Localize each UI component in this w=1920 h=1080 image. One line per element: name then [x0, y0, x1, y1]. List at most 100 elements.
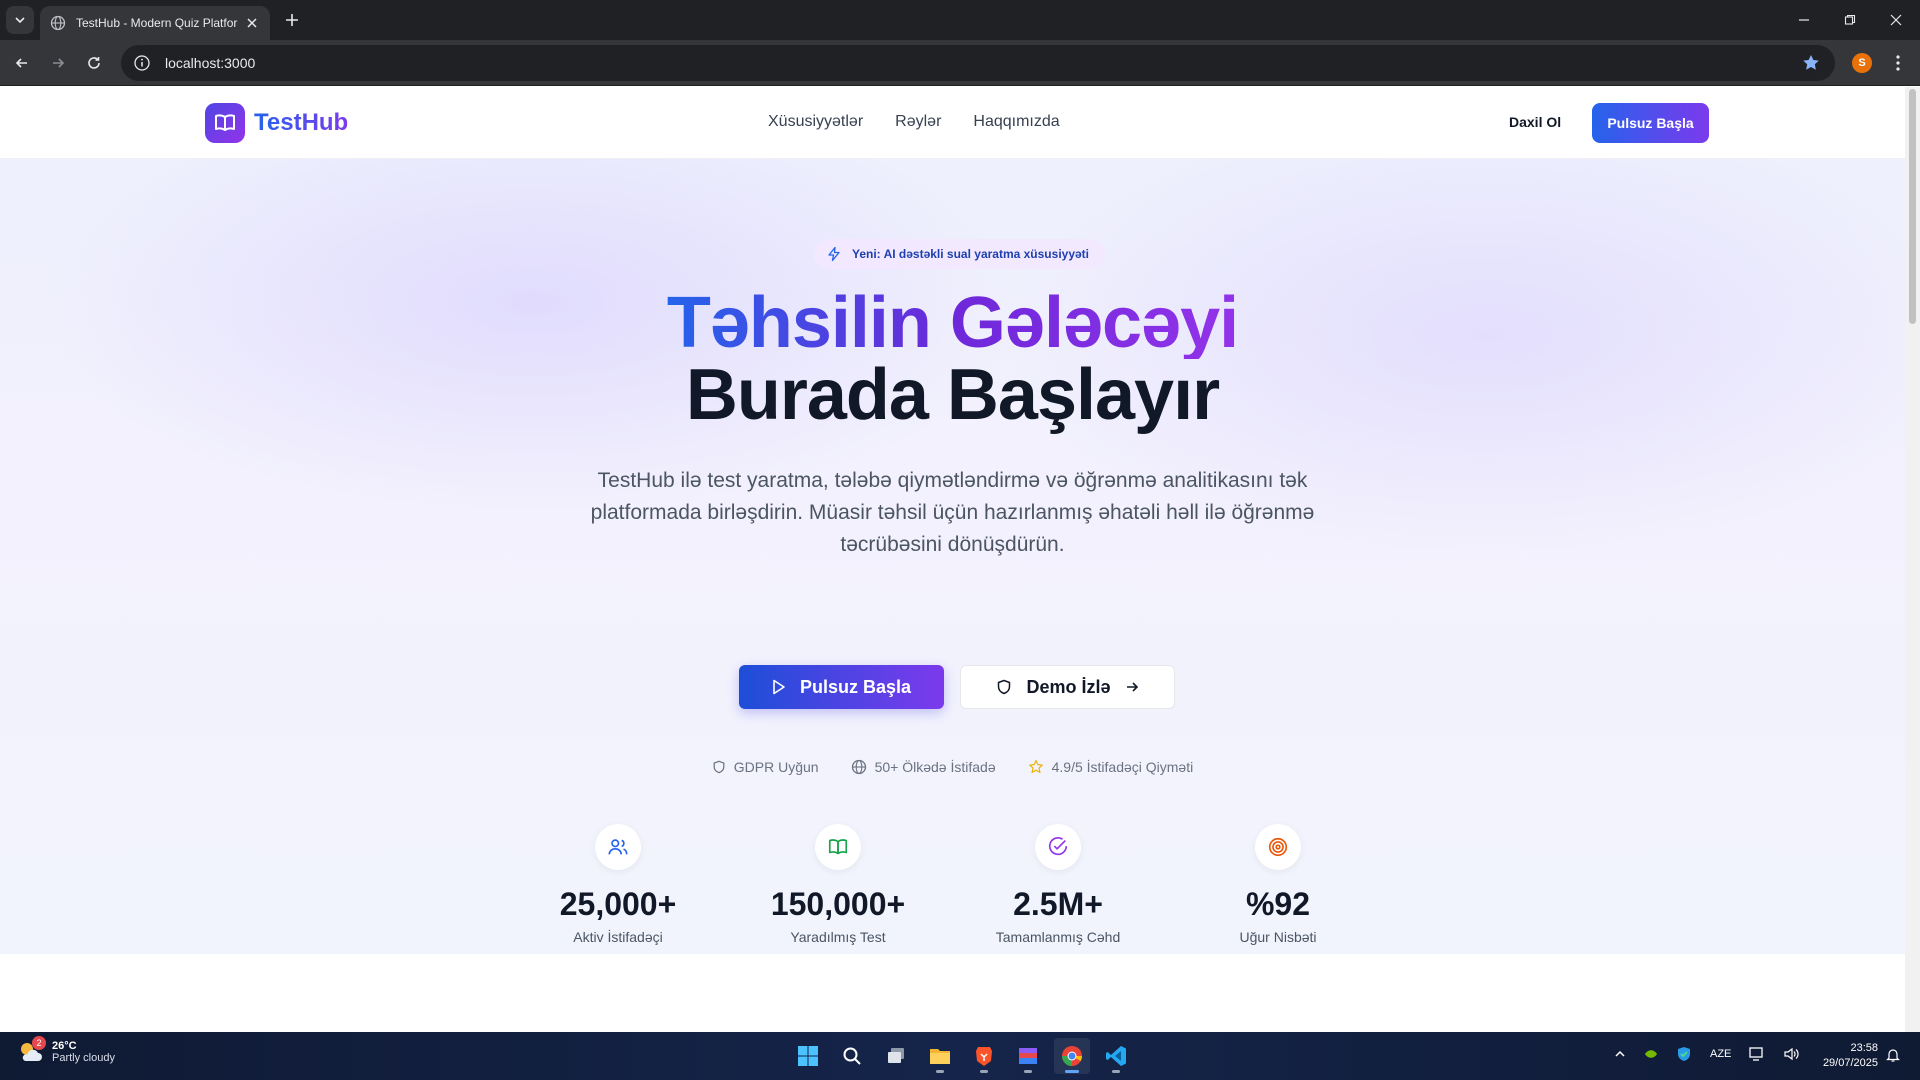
login-link[interactable]: Daxil Ol [1509, 114, 1561, 130]
trust-label: 4.9/5 İstifadəçi Qiyməti [1051, 759, 1194, 775]
task-view-button[interactable] [878, 1038, 914, 1074]
new-tab-icon[interactable] [282, 10, 302, 30]
url-text: localhost:3000 [165, 55, 256, 71]
start-free-label: Pulsuz Başla [799, 676, 912, 697]
search-icon [843, 1047, 861, 1065]
trust-indicators: GDPR Uyğun 50+ Ölkədə İstifadə 4.9/5 İst… [0, 759, 1905, 775]
taskbar-apps [790, 1038, 1134, 1074]
announcement-badge[interactable]: Yeni: AI dəstəkli sual yaratma xüsusiyyə… [814, 239, 1105, 269]
archive-app-button[interactable] [1010, 1038, 1046, 1074]
close-icon[interactable] [244, 15, 260, 31]
arrow-right-icon [1126, 682, 1138, 692]
play-icon [773, 679, 785, 695]
brave-browser-button[interactable] [966, 1038, 1002, 1074]
trust-label: 50+ Ölkədə İstifadə [874, 759, 996, 775]
tab-search-button[interactable] [6, 6, 34, 34]
watch-demo-label: Demo İzlə [1026, 676, 1111, 697]
bookmark-star-icon[interactable] [1801, 53, 1821, 73]
page-scrollbar[interactable] [1905, 87, 1920, 1032]
system-tray: AZE [1614, 1046, 1799, 1062]
file-explorer-button[interactable] [922, 1038, 958, 1074]
clock-time: 23:58 [1850, 1042, 1878, 1054]
system-clock[interactable]: 23:58 29/07/2025 [1808, 1041, 1878, 1071]
more-vertical-icon [1896, 55, 1900, 71]
site-info-icon[interactable] [133, 54, 151, 72]
os-taskbar: 2 26°C Partly cloudy AZE 23:58 29/07/202… [0, 1032, 1920, 1080]
start-free-button[interactable]: Pulsuz Başla [739, 665, 944, 709]
star-icon [1028, 760, 1043, 773]
arrow-right-icon [53, 58, 65, 68]
minimize-button[interactable] [1781, 0, 1827, 40]
profile-avatar[interactable]: S [1852, 53, 1872, 73]
stat-value: 2.5M+ [1013, 886, 1103, 922]
language-indicator[interactable]: AZE [1710, 1048, 1731, 1060]
reload-icon [88, 57, 100, 69]
folder-icon [930, 1049, 950, 1064]
brand-logo[interactable]: TestHub [205, 103, 348, 143]
close-window-button[interactable] [1873, 0, 1919, 40]
browser-tab-bar: TestHub - Modern Quiz Platform [0, 0, 1920, 40]
browser-tab[interactable]: TestHub - Modern Quiz Platform [40, 6, 270, 40]
weather-widget[interactable]: 2 26°C Partly cloudy [16, 1036, 115, 1066]
stat-label: Uğur Nisbəti [1239, 929, 1317, 945]
taskbar-search[interactable] [834, 1038, 870, 1074]
open-book-icon [205, 103, 245, 143]
security-shield-icon[interactable] [1676, 1046, 1692, 1062]
users-icon [595, 824, 641, 870]
nav-about[interactable]: Haqqımızda [973, 113, 1059, 131]
globe-icon [851, 759, 866, 775]
browser-menu-button[interactable] [1888, 53, 1908, 73]
chevron-down-icon [15, 17, 25, 24]
weather-temp: 26°C [52, 1040, 77, 1052]
stat-label: Aktiv İstifadəçi [573, 929, 663, 945]
hero-section: Yeni: AI dəstəkli sual yaratma xüsusiyyə… [0, 159, 1905, 954]
archive-icon [1019, 1048, 1037, 1064]
headline-line-2: Burada Başlayır [685, 355, 1220, 435]
page-viewport: TestHub Xüsusiyyətlər Rəylər Haqqımızda … [0, 87, 1905, 1032]
watch-demo-button[interactable]: Demo İzlə [960, 665, 1175, 709]
running-indicator [1024, 1070, 1032, 1073]
running-indicator [1112, 1070, 1120, 1073]
running-indicator [1065, 1070, 1079, 1073]
minimize-icon [1799, 19, 1809, 21]
volume-icon[interactable] [1783, 1046, 1799, 1062]
header-signup-button[interactable]: Pulsuz Başla [1592, 103, 1709, 143]
back-button[interactable] [10, 51, 34, 75]
badge-text: Yeni: AI dəstəkli sual yaratma xüsusiyyə… [852, 247, 1089, 261]
address-bar[interactable]: localhost:3000 [121, 45, 1835, 81]
hero-headline: Təhsilin Gələcəyi Burada Başlayır [0, 287, 1905, 431]
forward-button[interactable] [46, 51, 70, 75]
shield-icon [713, 760, 725, 774]
chrome-icon [1061, 1046, 1083, 1067]
partly-cloudy-icon: 2 [16, 1036, 46, 1066]
weather-badge: 2 [32, 1036, 46, 1050]
chrome-button[interactable] [1054, 1038, 1090, 1074]
restore-button[interactable] [1827, 0, 1873, 40]
vscode-button[interactable] [1098, 1038, 1134, 1074]
close-icon [1890, 14, 1902, 26]
clock-date: 29/07/2025 [1822, 1057, 1878, 1069]
brave-lion-icon [976, 1047, 992, 1066]
stats-row: 25,000+ Aktiv İstifadəçi 150,000+ Yaradı… [508, 824, 1388, 945]
zap-icon [828, 246, 840, 262]
hero-subtitle: TestHub ilə test yaratma, tələbə qiymətl… [590, 469, 1315, 556]
nav-reviews[interactable]: Rəylər [895, 113, 941, 131]
check-circle-icon [1035, 824, 1081, 870]
stat-value: 25,000+ [559, 886, 677, 922]
notification-bell-icon[interactable] [1885, 1047, 1901, 1063]
stat-attempts: 2.5M+ Tamamlanmış Cəhd [948, 824, 1168, 945]
network-icon[interactable] [1749, 1046, 1765, 1062]
stat-tests: 150,000+ Yaradılmış Test [728, 824, 948, 945]
nav-features[interactable]: Xüsusiyyətlər [768, 113, 863, 131]
reload-button[interactable] [82, 51, 106, 75]
nvidia-icon[interactable] [1644, 1048, 1658, 1060]
start-button[interactable] [790, 1038, 826, 1074]
chevron-up-icon[interactable] [1614, 1048, 1626, 1060]
brand-name: TestHub [254, 109, 349, 136]
stat-users: 25,000+ Aktiv İstifadəçi [508, 824, 728, 945]
vscode-icon [1106, 1046, 1126, 1066]
windows-icon [798, 1046, 818, 1066]
task-view-icon [888, 1048, 904, 1063]
scrollbar-thumb[interactable] [1909, 89, 1916, 324]
weather-desc: Partly cloudy [52, 1052, 115, 1064]
